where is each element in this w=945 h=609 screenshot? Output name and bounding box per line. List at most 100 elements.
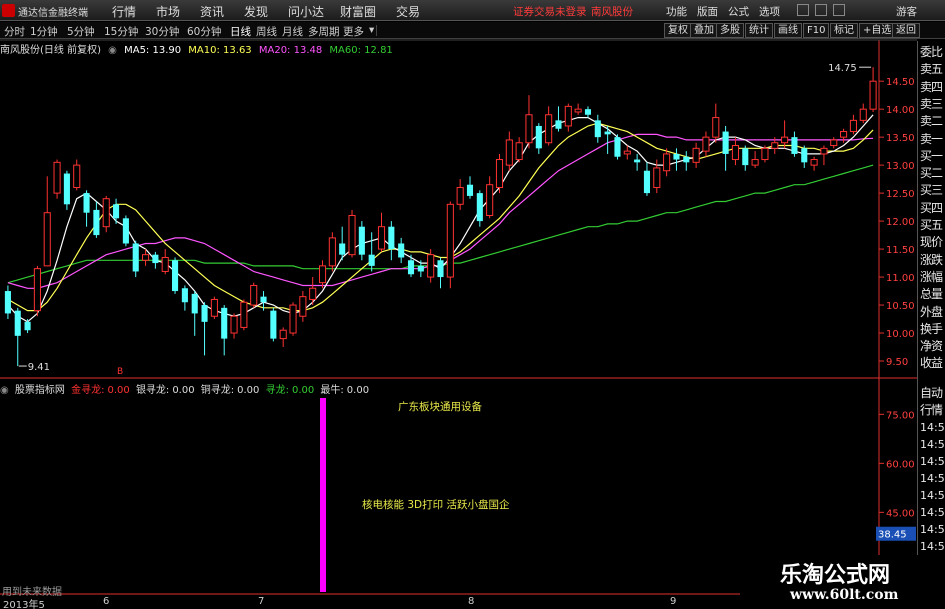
panel-tab[interactable]: 自动 [920, 384, 943, 401]
tick-time: 14:5 [920, 472, 945, 485]
candle-down [368, 232, 375, 272]
candle-up [692, 142, 700, 168]
concept-annotation: 核电核能 3D打印 活跃小盘国企 [362, 498, 510, 511]
candle-down [437, 257, 444, 289]
candle-body [102, 198, 110, 228]
candle-body [289, 304, 297, 334]
candle-down [113, 198, 120, 224]
tick-time: 14:5 [920, 438, 945, 451]
best-value: 0.00 [346, 385, 370, 396]
silver-label: 银寻龙: [135, 385, 170, 396]
candle-body [869, 80, 877, 110]
candle-up [505, 131, 513, 171]
tick-time: 14:5 [920, 421, 945, 434]
watermark: 乐淘公式网 www.60lt.com [740, 555, 945, 609]
candle-body [221, 307, 228, 339]
candle-body [643, 170, 651, 194]
candle-body [446, 203, 454, 278]
candle-body [722, 131, 729, 154]
price-high-label: 14.75 [828, 63, 857, 74]
quote-field-label: 涨幅 [920, 269, 943, 284]
candle-body [623, 150, 631, 155]
candle-body [810, 159, 818, 166]
price-tick-label: 10.00 [886, 329, 915, 340]
candle-body [564, 105, 572, 127]
candle-down [594, 114, 601, 143]
sector-annotation: 广东板块通用设备 [398, 400, 482, 413]
buy-marker: B [117, 367, 123, 377]
candle-body [377, 226, 386, 250]
quote-field-label: 买三 [920, 183, 943, 198]
candle-down [152, 251, 159, 269]
candle-up [102, 195, 110, 233]
candle-up [210, 296, 218, 320]
candle-up [781, 120, 789, 149]
candle-body [299, 296, 307, 317]
candle-up [33, 265, 41, 317]
candle-up [830, 137, 838, 149]
indicator-name[interactable]: 股票指标网 [15, 385, 65, 396]
kline-chart[interactable]: 14.50 14.00 13.50 13.00 12.50 12.00 11.50 11.00… [0, 0, 917, 596]
candle-up [289, 302, 297, 336]
candle-body [172, 260, 179, 292]
candle-up [623, 145, 631, 160]
date-tick: 2013年5 [3, 600, 45, 609]
candle-up [849, 114, 857, 135]
gold-value: 0.00 [107, 385, 130, 396]
candle-body [339, 243, 346, 255]
candle-body [486, 184, 494, 217]
candle-body [53, 161, 61, 194]
indicator-settings-icon[interactable]: ◉ [0, 385, 9, 396]
candle-down [683, 151, 690, 171]
candle-down [201, 302, 208, 356]
candle-body [692, 147, 700, 163]
candle-body [525, 114, 533, 144]
quote-field-label: 现价 [920, 235, 943, 250]
candle-up [230, 313, 238, 339]
candle-body [210, 298, 218, 317]
candle-down [93, 201, 100, 238]
candle-body [604, 131, 611, 135]
candle-body [545, 114, 553, 144]
panel-tab[interactable]: 行情 [920, 401, 943, 418]
quote-field-label: 卖三 [920, 96, 943, 111]
candle-up [328, 232, 336, 272]
candle-body [742, 148, 749, 166]
watermark-url: www.60lt.com [790, 587, 899, 603]
candle-up [859, 103, 867, 124]
candle-body [555, 120, 562, 129]
quote-field-label: 外盘 [920, 304, 943, 319]
candle-body [191, 293, 198, 314]
candle-down [4, 285, 11, 320]
candle-up [73, 159, 81, 191]
candle-up [564, 103, 572, 132]
quote-field-label: 涨跌 [920, 252, 943, 267]
candle-body [260, 296, 267, 303]
candle-up [761, 145, 769, 163]
candle-body [761, 147, 769, 161]
candle-body [712, 117, 720, 138]
candle-down [673, 148, 680, 171]
candle-body [43, 212, 51, 267]
price-tick-label: 10.50 [886, 301, 915, 312]
indicator-tick-label: 75.00 [886, 410, 915, 421]
candle-body [673, 153, 680, 160]
signal-bar [320, 398, 326, 592]
candle-down [634, 153, 641, 171]
candle-body [476, 193, 483, 222]
candle-down [476, 190, 483, 227]
indicator-current-label: 38.45 [878, 530, 907, 541]
candle-body [849, 119, 857, 133]
price-tick-label: 12.50 [886, 189, 915, 200]
silver-value: 0.00 [172, 385, 195, 396]
candle-body [781, 136, 789, 144]
tick-time: 14:5 [920, 523, 945, 536]
candle-down [191, 291, 198, 336]
candle-body [122, 218, 129, 244]
candle-down [555, 106, 562, 132]
price-tick-label: 9.50 [886, 357, 908, 368]
date-tick: 8 [468, 596, 475, 607]
candle-body [398, 243, 405, 258]
candle-down [722, 125, 729, 171]
candle-up [250, 282, 258, 308]
